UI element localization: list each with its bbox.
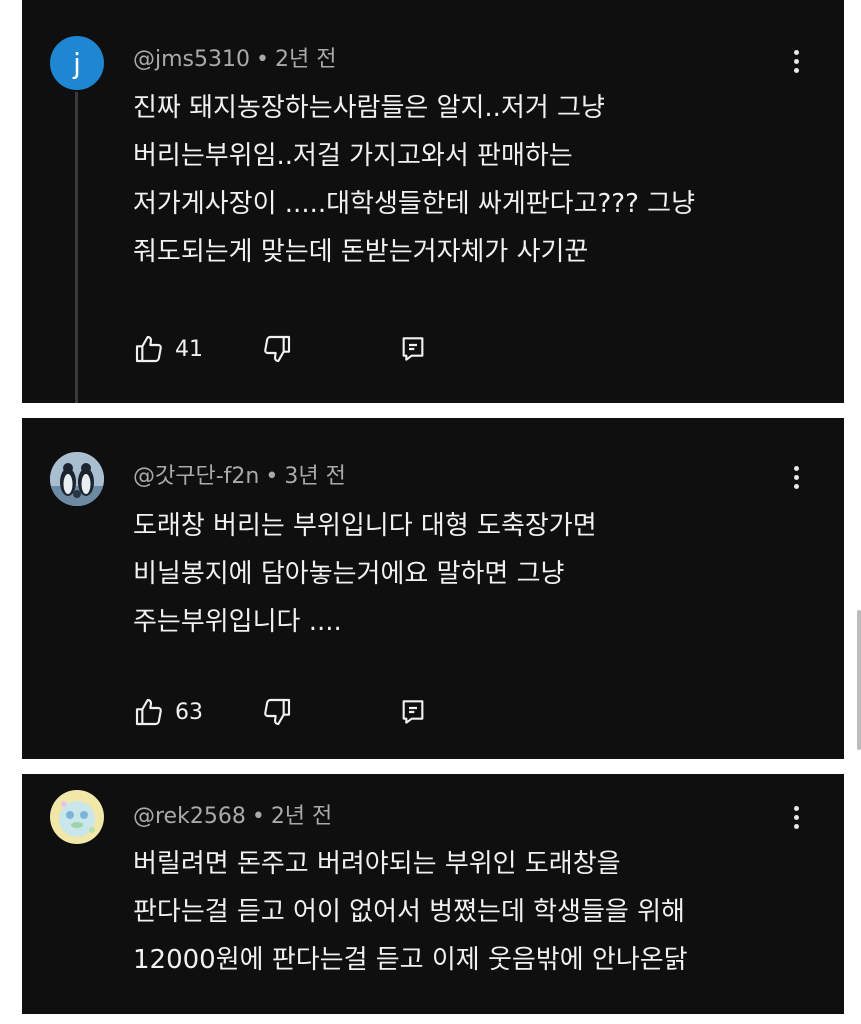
comment-author[interactable]: @jms5310 — [133, 47, 250, 72]
comment-line: 진짜 돼지농장하는사람들은 알지..저거 그냥 — [133, 93, 605, 123]
comment-text: 진짜 돼지농장하는사람들은 알지..저거 그냥 버리는부위임..저걸 가지고와서… — [133, 84, 813, 276]
comment-time: 2년 전 — [274, 47, 337, 72]
reply-button[interactable] — [397, 695, 429, 729]
like-count: 41 — [175, 336, 203, 362]
thumbs-up-icon — [135, 698, 162, 726]
reply-button[interactable] — [397, 332, 429, 366]
comment-time: 2년 전 — [270, 804, 333, 829]
comment-line: 주는부위입니다 .... — [133, 607, 342, 637]
avatar-letter: j — [73, 46, 81, 80]
comment-meta: @jms5310 • 2년 전 — [133, 41, 336, 73]
dislike-button[interactable] — [261, 332, 293, 366]
meta-separator: • — [256, 47, 269, 72]
blob-avatar[interactable] — [50, 790, 104, 844]
thumbs-up-icon — [135, 335, 162, 363]
like-button[interactable]: 41 — [133, 332, 203, 366]
scrollbar-thumb[interactable] — [857, 610, 861, 750]
comment-author[interactable]: @rek2568 — [133, 804, 246, 829]
more-vert-icon[interactable] — [792, 806, 800, 829]
more-vert-icon[interactable] — [792, 466, 800, 489]
comment-line: 12000원에 판다는걸 듣고 이제 웃음밖에 안나온닭 — [133, 945, 688, 975]
blob-icon — [50, 790, 104, 844]
comment-card: j @jms5310 • 2년 전 진짜 돼지농장하는사람들은 알지..저거 그냥 … — [22, 0, 844, 403]
comment-line: 비닐봉지에 담아놓는거에요 말하면 그냥 — [133, 559, 565, 589]
meta-separator: • — [251, 804, 265, 829]
penguin-avatar[interactable] — [50, 452, 104, 506]
comment-line: 버리는부위임..저걸 가지고와서 판매하는 — [133, 141, 573, 171]
like-count: 63 — [175, 699, 203, 725]
comment-line: 버릴려면 돈주고 버려야되는 부위인 도래창을 — [133, 849, 621, 879]
thumbs-down-icon — [264, 698, 291, 726]
like-button[interactable]: 63 — [133, 695, 203, 729]
comment-author[interactable]: @갓구단-f2n — [133, 464, 259, 489]
more-vert-icon[interactable] — [792, 50, 800, 73]
comment-meta: @갓구단-f2n • 3년 전 — [133, 458, 346, 490]
avatar[interactable]: j — [50, 36, 104, 90]
comment-meta: @rek2568 • 2년 전 — [133, 798, 332, 830]
comment-card: @rek2568 • 2년 전 버릴려면 돈주고 버려야되는 부위인 도래창을 판다… — [22, 774, 844, 1014]
meta-separator: • — [265, 464, 279, 489]
comment-line: 판다는걸 듣고 어이 없어서 벙쪘는데 학생들을 위해 — [133, 897, 685, 927]
dislike-button[interactable] — [261, 695, 293, 729]
reply-icon — [402, 700, 424, 724]
comment-text: 도래창 버리는 부위입니다 대형 도축장가면 비닐봉지에 담아놓는거에요 말하면… — [133, 502, 813, 646]
thumbs-down-icon — [264, 335, 291, 363]
comment-text: 버릴려면 돈주고 버려야되는 부위인 도래창을 판다는걸 듣고 어이 없어서 벙… — [133, 840, 813, 984]
comment-card: @갓구단-f2n • 3년 전 도래창 버리는 부위입니다 대형 도축장가면 비닐봉… — [22, 418, 844, 759]
penguin-icon — [50, 452, 104, 506]
comment-line: 저가게사장이 .....대학생들한테 싸게판다고??? 그냥 — [133, 189, 695, 219]
thread-line — [75, 92, 78, 403]
reply-icon — [402, 337, 424, 361]
comment-line: 줘도되는게 맞는데 돈받는거자체가 사기꾼 — [133, 237, 589, 267]
comment-line: 도래창 버리는 부위입니다 대형 도축장가면 — [133, 511, 597, 541]
comment-time: 3년 전 — [284, 464, 346, 489]
